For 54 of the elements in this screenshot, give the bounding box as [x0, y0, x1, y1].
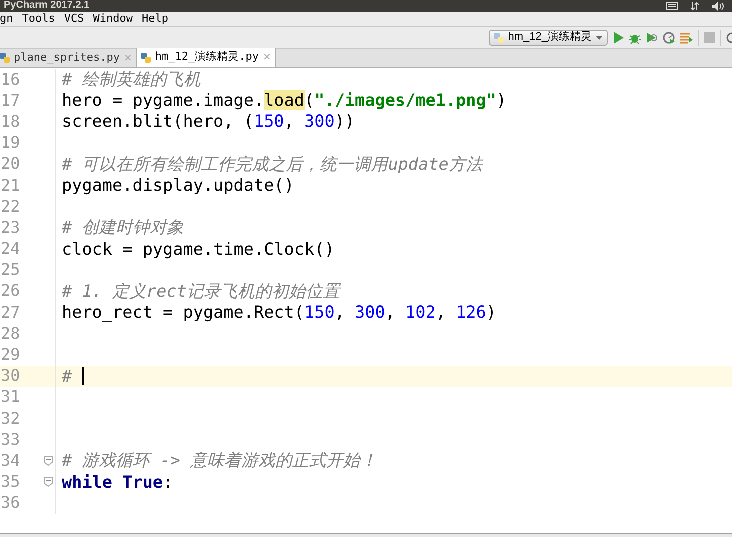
menu-item[interactable]: VCS — [64, 10, 84, 28]
caret-icon — [596, 36, 603, 40]
keyboard-icon[interactable] — [666, 2, 678, 10]
line-number: 29 — [0, 344, 20, 366]
python-file-icon — [141, 52, 152, 62]
line-number: 27 — [0, 302, 20, 324]
line-number: 35 — [0, 471, 20, 494]
file-tab[interactable]: hm_12_演练精灵.py × — [136, 48, 276, 67]
fold-marker-icon[interactable] — [44, 477, 53, 488]
line-number: 31 — [0, 386, 20, 408]
transfer-arrows-icon[interactable] — [690, 2, 700, 10]
python-file-icon — [0, 53, 10, 63]
code-editor[interactable] — [0, 68, 732, 534]
line-number: 19 — [0, 132, 20, 154]
line-number: 33 — [0, 428, 20, 451]
code-comment: # 创建时钟对象 — [62, 216, 184, 240]
code-comment: # 绘制英雄的飞机 — [62, 68, 202, 91]
line-number: 24 — [0, 238, 20, 260]
python-file-icon — [494, 32, 504, 42]
code-line: screen.blit(hero, (150, 300)) — [62, 110, 356, 134]
line-number: 20 — [0, 153, 20, 176]
line-number: 25 — [0, 259, 20, 282]
code-line: hero = pygame.image.load("./images/me1.png") — [62, 89, 507, 112]
line-number: 17 — [0, 90, 20, 112]
run-config-dropdown[interactable]: hm_12_演练精灵 — [489, 30, 608, 46]
line-number: 28 — [0, 322, 20, 345]
line-number: 22 — [0, 196, 20, 218]
code-comment: # — [62, 364, 72, 388]
code-line: clock = pygame.time.Clock() — [62, 238, 335, 261]
code-comment: # 可以在所有绘制工作完成之后，统一调用update方法 — [62, 152, 483, 176]
window-title: PyCharm 2017.2.1 — [3, 1, 90, 11]
line-number: 36 — [0, 492, 20, 514]
volume-icon[interactable] — [712, 2, 724, 10]
line-number: 34 — [0, 450, 20, 472]
code-line: while True: — [62, 470, 174, 494]
code-comment: # 游戏循环 -> 意味着游戏的正式开始！ — [62, 449, 378, 472]
text-cursor — [82, 367, 84, 386]
line-number: 32 — [0, 408, 20, 430]
menu-item[interactable]: Window — [93, 10, 133, 28]
line-number: 16 — [0, 68, 20, 91]
code-comment: # 1. 定义rect记录飞机的初始位置 — [62, 280, 340, 303]
line-number: 18 — [0, 110, 20, 133]
code-line: pygame.display.update() — [62, 174, 294, 197]
code-line: hero_rect = pygame.Rect(150, 300, 102, 126) — [62, 301, 496, 324]
menu-item[interactable]: Tools — [22, 10, 56, 28]
menu-item[interactable]: gn — [0, 10, 14, 28]
search-icon[interactable] — [726, 32, 732, 44]
line-number: 21 — [0, 174, 20, 197]
menu-item[interactable]: Help — [142, 10, 168, 28]
run-icon[interactable] — [613, 32, 624, 44]
line-number: 26 — [0, 280, 20, 302]
line-number: 23 — [0, 216, 20, 239]
fold-marker-icon[interactable] — [44, 456, 53, 466]
line-number: 30 — [0, 365, 20, 388]
